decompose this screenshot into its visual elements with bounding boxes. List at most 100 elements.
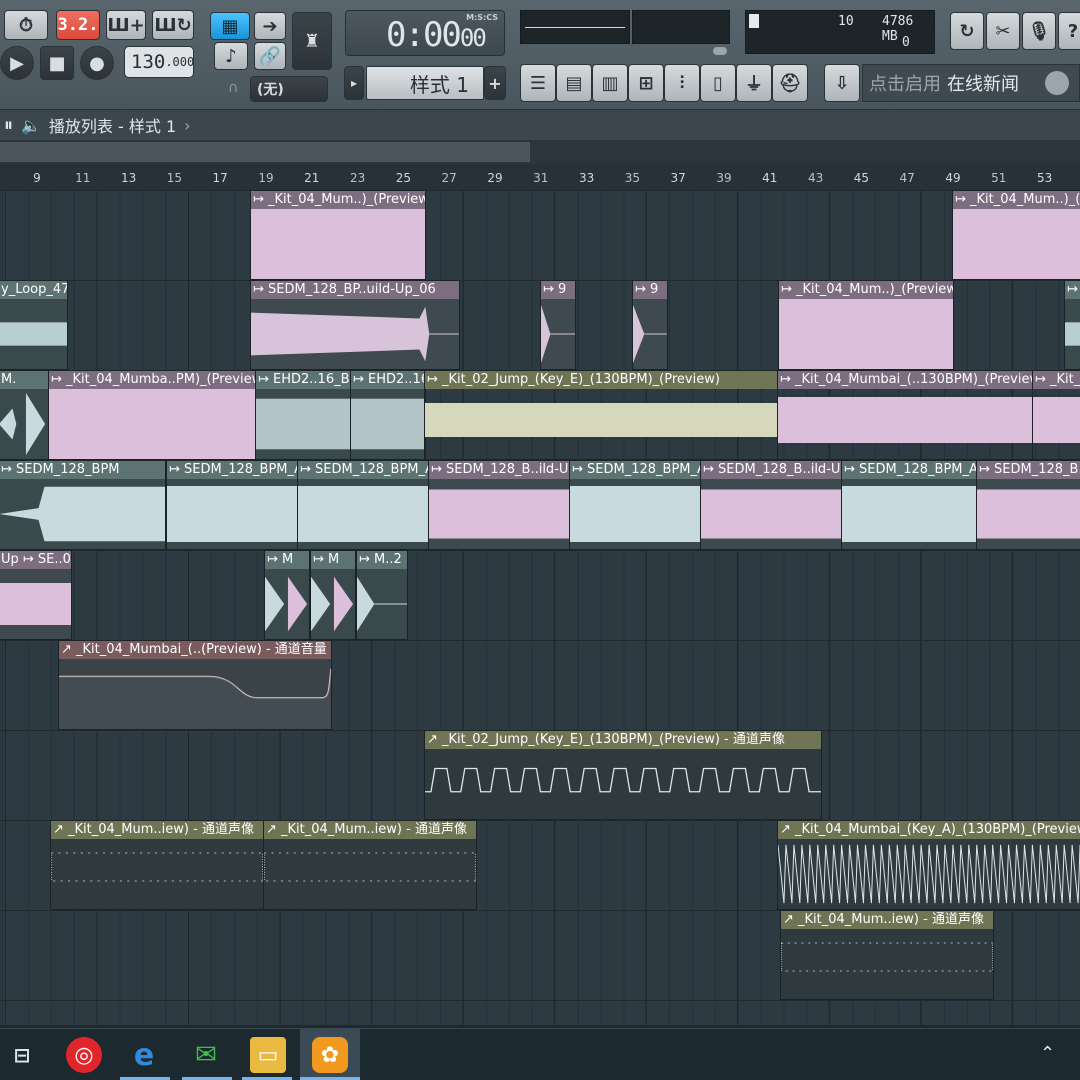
clip-label: ↦ SEDM_128_BPM_A bbox=[167, 461, 297, 479]
clip-waveform bbox=[977, 479, 1080, 549]
audio-clip[interactable]: y_Loop_47 bbox=[0, 280, 68, 370]
edge-icon[interactable]: e bbox=[126, 1037, 162, 1073]
pattern-counter[interactable]: 3.2. bbox=[56, 10, 100, 40]
clip-label: ↗ _Kit_04_Mumbai_(Key_A)_(130BPM)_(Previ… bbox=[778, 821, 1080, 839]
audio-clip[interactable]: ↦ SEDM_128_B..ild-Up bbox=[428, 460, 570, 550]
clip-waveform bbox=[0, 389, 49, 459]
audio-clip[interactable]: ↦ SEDM_128_BPM_A bbox=[569, 460, 701, 550]
audio-clip[interactable]: ↦ _Kit_04_Mum..)_(Preview) bbox=[250, 190, 426, 280]
link-icon[interactable]: 🔗 bbox=[254, 42, 286, 70]
time-display[interactable]: 0:0000 M:S:CS bbox=[345, 10, 505, 56]
pattern-prev-button[interactable]: ▸ bbox=[344, 66, 364, 100]
pattern-selector[interactable]: 样式 1 bbox=[366, 66, 484, 100]
stop-button[interactable]: ■ bbox=[40, 46, 74, 80]
scroll-thumb[interactable] bbox=[0, 142, 530, 162]
audio-clip[interactable]: ↦ SEDM_128_B..it bbox=[976, 460, 1080, 550]
record-button[interactable]: ● bbox=[80, 46, 114, 80]
horizontal-scrollbar[interactable] bbox=[0, 140, 1080, 164]
arrow-right-button[interactable]: ➔ bbox=[254, 12, 286, 40]
audio-clip[interactable]: ↦ SEDM_128_BPM_A bbox=[841, 460, 977, 550]
timeline-ruler[interactable]: 9 11 13 15 17 19 21 23 25 27 29 31 33 35 37 39 41 43 45 47 4… bbox=[0, 164, 1080, 190]
automation-clip[interactable]: ↗ _Kit_04_Mum..iew) - 通道声像 bbox=[263, 820, 477, 910]
automation-curve bbox=[425, 749, 821, 819]
metronome-button[interactable]: ⏱ bbox=[4, 10, 48, 40]
fl-studio-icon[interactable]: ✿ bbox=[312, 1037, 348, 1073]
playlist-window-icon[interactable]: ☰ bbox=[520, 64, 556, 102]
playlist-tracks[interactable]: ↦ _Kit_04_Mum..)_(Preview) ↦ _Kit_04_Mum… bbox=[0, 190, 1080, 1025]
download-icon[interactable]: ⇩ bbox=[824, 64, 860, 102]
automation-clip[interactable]: ↗ _Kit_04_Mumbai_(Key_A)_(130BPM)_(Previ… bbox=[777, 820, 1080, 910]
loop-record-button[interactable]: Ш↻ bbox=[152, 10, 194, 40]
project-info-icon[interactable]: ▯ bbox=[700, 64, 736, 102]
blend-notes-button[interactable]: ♪ bbox=[214, 42, 248, 70]
audio-clip[interactable]: ↦ SEDM_128_BPM_A bbox=[297, 460, 429, 550]
audio-clip[interactable]: ↦ M..2 bbox=[356, 550, 408, 640]
audio-clip[interactable]: Up ↦ SE..05 bbox=[0, 550, 72, 640]
audio-clip[interactable]: ↦ SEDM_128_BPM bbox=[0, 460, 166, 550]
audio-clip[interactable]: ↦ _Kit_04_Mumba..PM)_(Preview) bbox=[48, 370, 256, 460]
audio-clip[interactable]: ↦ M bbox=[310, 550, 356, 640]
add-pattern-button[interactable]: + bbox=[484, 66, 506, 100]
file-explorer-icon[interactable]: ▭ bbox=[250, 1037, 286, 1073]
clip-label: ↦ M..2 bbox=[357, 551, 407, 569]
chevron-right-icon[interactable]: › bbox=[184, 116, 190, 135]
audio-clip[interactable]: ↦ _Kit_04_Mum..)_(Preview) bbox=[952, 190, 1080, 280]
scope-line bbox=[525, 27, 625, 28]
master-volume-knob[interactable]: ♜ bbox=[292, 12, 332, 70]
cpu-value: 10 bbox=[838, 14, 854, 29]
clip-waveform bbox=[251, 299, 459, 369]
microphone-icon[interactable]: 🎙 bbox=[1022, 12, 1056, 50]
ruler-tick: 19 bbox=[258, 171, 274, 185]
channel-rack-icon[interactable]: ▤ bbox=[556, 64, 592, 102]
pause-icon[interactable]: ⏸ bbox=[4, 115, 13, 136]
chevron-up-icon[interactable]: ⌃ bbox=[1040, 1043, 1055, 1064]
audio-clip[interactable]: ↦ SEDM_128_BPM_A bbox=[166, 460, 298, 550]
online-news-panel[interactable]: 点击启用 在线新闻 bbox=[862, 64, 1080, 102]
audio-clip[interactable]: ↦ SEDM_128_B..ild-Up bbox=[700, 460, 842, 550]
clip-waveform bbox=[311, 569, 355, 639]
clip-waveform bbox=[265, 569, 309, 639]
playlist-title: 播放列表 - 样式 1 bbox=[48, 117, 177, 136]
audio-clip[interactable]: ↦ _Kit_02_Jump_(Key_E)_(130BPM)_(Preview… bbox=[424, 370, 778, 460]
audio-clip[interactable]: ↦ _Kit_04_Mumbai_(..130BPM)_(Preview) bbox=[777, 370, 1033, 460]
audio-clip[interactable]: ↦ SEDM_128_BP..uild-Up_06 bbox=[250, 280, 460, 370]
audio-clip[interactable]: ↦ M bbox=[264, 550, 310, 640]
tempo-display[interactable]: 130.000 bbox=[124, 46, 194, 78]
automation-clip[interactable]: ↗ _Kit_04_Mum..iew) - 通道声像 bbox=[50, 820, 264, 910]
ruler-tick: 35 bbox=[624, 171, 641, 185]
clip-waveform bbox=[570, 479, 700, 549]
eye-icon bbox=[713, 47, 727, 55]
time-unit: M:S:CS bbox=[466, 13, 498, 22]
snap-selector[interactable]: (无) bbox=[250, 76, 328, 102]
waveform bbox=[701, 489, 841, 539]
task-view-icon[interactable]: ⊟ bbox=[4, 1037, 40, 1073]
netease-music-icon[interactable]: ◎ bbox=[66, 1037, 102, 1073]
pattern-mode-button[interactable]: ▦ bbox=[210, 12, 250, 40]
help-icon[interactable]: ? bbox=[1058, 12, 1080, 50]
automation-curve bbox=[59, 659, 331, 729]
audio-clip[interactable]: ↦ 9 bbox=[1064, 280, 1080, 370]
audio-clip[interactable]: ↦ _Kit_04_Mum..)_(Preview) bbox=[778, 280, 954, 370]
audio-clip[interactable]: ↦ EHD2..16_B bbox=[255, 370, 351, 460]
audio-clip[interactable]: ↦ 9 bbox=[632, 280, 668, 370]
step-edit-button[interactable]: Ш+ bbox=[106, 10, 146, 40]
audio-clip[interactable]: M. bbox=[0, 370, 50, 460]
cut-icon[interactable]: ✂ bbox=[986, 12, 1020, 50]
audio-clip[interactable]: ↦ EHD2..16_ bbox=[350, 370, 426, 460]
automation-clip[interactable]: ↗ _Kit_04_Mum..iew) - 通道声像 bbox=[780, 910, 994, 1000]
audio-clip[interactable]: ↦ 9 bbox=[540, 280, 576, 370]
wechat-icon[interactable]: ✉ bbox=[188, 1037, 224, 1073]
tempo-tapper-icon[interactable]: ⛑ bbox=[772, 64, 808, 102]
clip-waveform bbox=[351, 389, 425, 459]
audio-clip[interactable]: ↦ _Kit_ bbox=[1032, 370, 1080, 460]
mixer-icon[interactable]: ⫶ bbox=[664, 64, 700, 102]
speaker-icon[interactable]: 🔈 bbox=[21, 116, 41, 135]
automation-clip[interactable]: ↗ _Kit_04_Mumbai_(..(Preview) - 通道音量 bbox=[58, 640, 332, 730]
piano-roll-icon[interactable]: ▥ bbox=[592, 64, 628, 102]
plugin-icon[interactable]: ⏚ bbox=[736, 64, 772, 102]
undo-icon[interactable]: ↻ bbox=[950, 12, 984, 50]
automation-clip[interactable]: ↗ _Kit_02_Jump_(Key_E)_(130BPM)_(Preview… bbox=[424, 730, 822, 820]
clip-waveform bbox=[298, 479, 428, 549]
play-button[interactable]: ▶ bbox=[0, 46, 34, 80]
browser-icon[interactable]: ⊞ bbox=[628, 64, 664, 102]
